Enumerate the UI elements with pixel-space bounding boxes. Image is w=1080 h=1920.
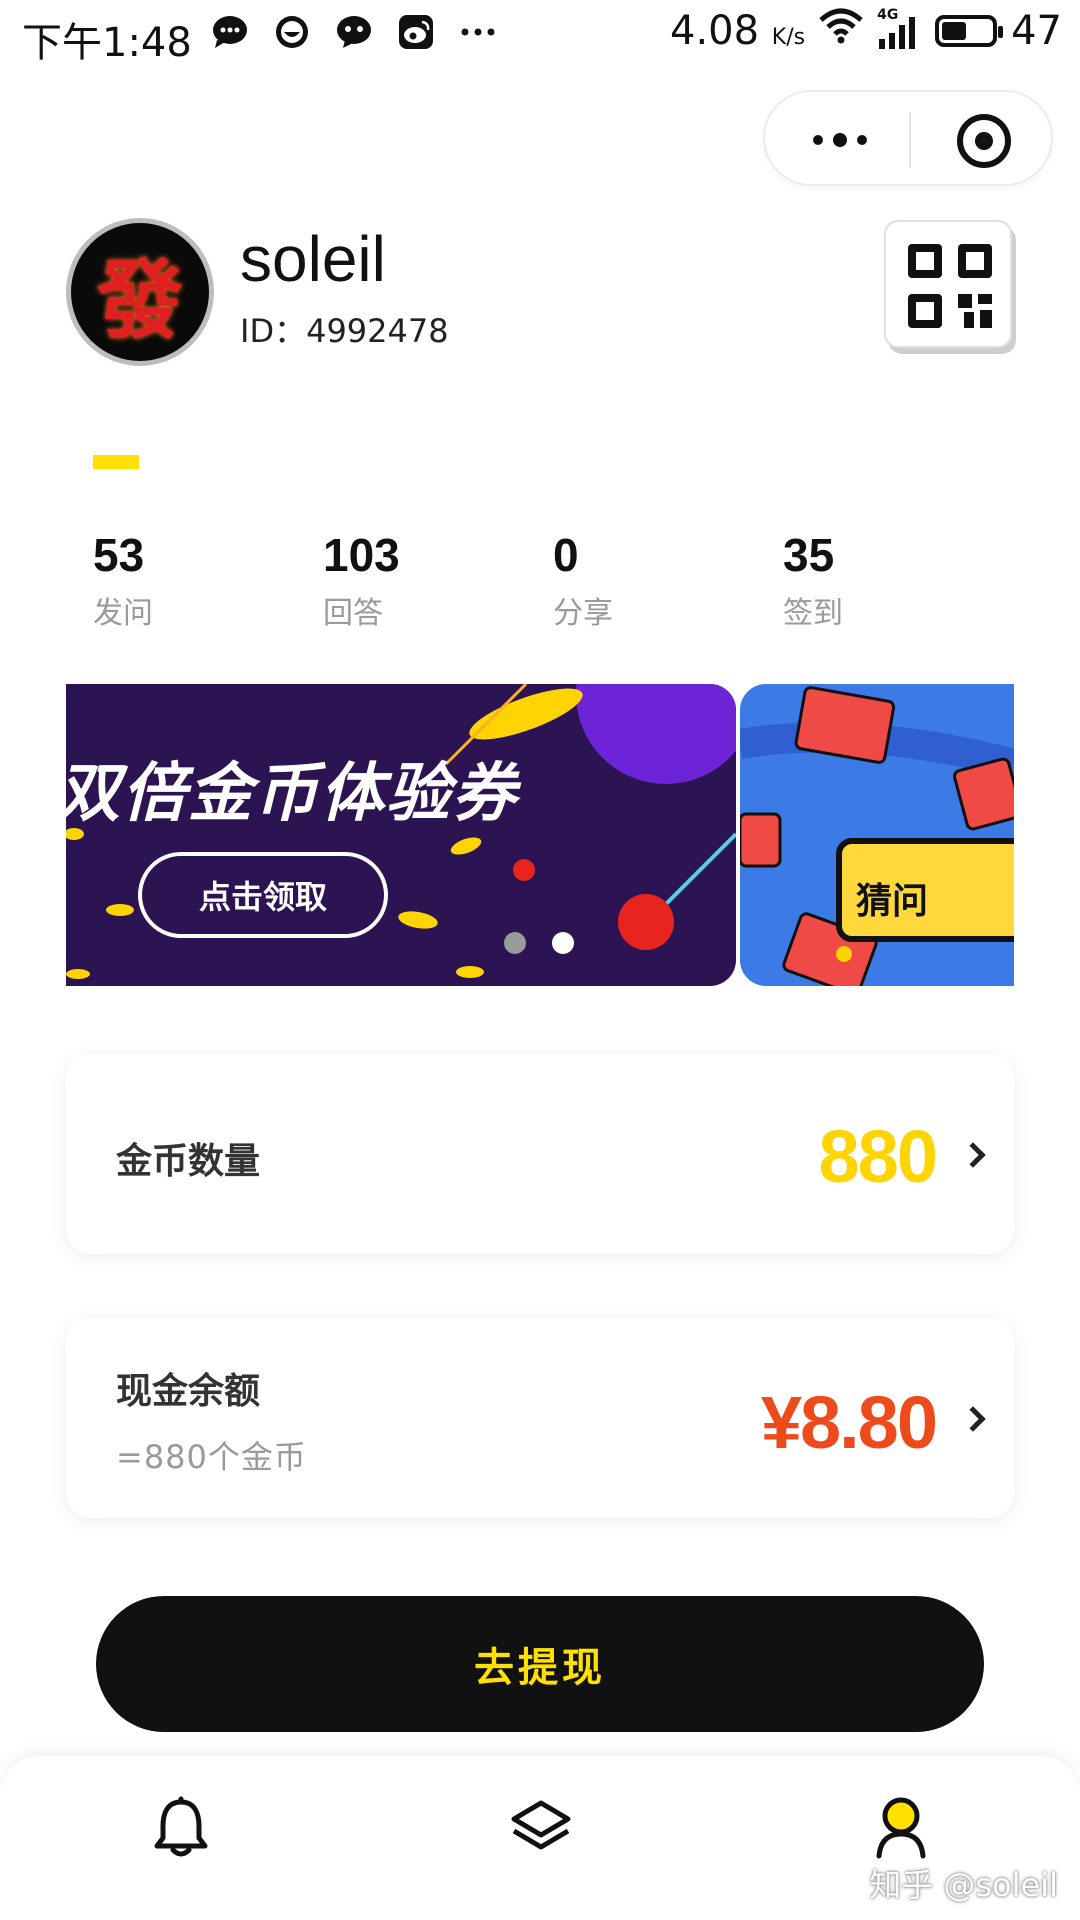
stat-label: 回答 — [323, 596, 383, 631]
status-bar: 下午1:48 4.08 K/s 4G 47 — [0, 0, 1080, 70]
qr-code-icon — [908, 244, 992, 328]
stat-label: 分享 — [553, 596, 613, 631]
tab-notifications[interactable] — [146, 1792, 216, 1862]
status-time: 下午1:48 — [22, 20, 192, 66]
stat-shares[interactable]: 0 分享 — [553, 528, 753, 632]
bottom-tab-bar: 知乎 @soleil — [0, 1756, 1080, 1920]
banner-slide-double-coins[interactable]: 双倍金币体验券 点击领取 — [66, 684, 736, 986]
user-id: ID：4992478 — [240, 312, 449, 350]
signal-icon: 4G — [877, 7, 921, 49]
stat-label: 发问 — [93, 596, 153, 631]
avatar-glyph: 發 — [97, 249, 183, 351]
withdraw-button[interactable]: 去提现 — [96, 1596, 984, 1732]
stat-value: 103 — [323, 529, 400, 581]
accent-bar — [93, 455, 139, 469]
watermark: 知乎 @soleil — [869, 1866, 1058, 1904]
stat-value: 0 — [553, 529, 579, 581]
target-circle-icon[interactable] — [957, 114, 1011, 168]
ellipsis-icon[interactable] — [805, 120, 875, 160]
cash-label: 现金余额 — [116, 1371, 261, 1412]
message-app-icon — [334, 12, 374, 52]
smile-app-icon — [272, 12, 312, 52]
chevron-right-icon — [960, 1406, 986, 1432]
banner-slide-next[interactable]: 猜问 — [740, 684, 1014, 986]
banner-title: 双倍金币体验券 — [66, 757, 518, 831]
notification-icons — [210, 12, 498, 52]
carousel-dot-active[interactable] — [552, 932, 574, 954]
battery-level: 47 — [1011, 8, 1062, 54]
cash-value: ¥8.80 — [760, 1381, 938, 1464]
tab-profile[interactable] — [866, 1792, 936, 1862]
network-speed: 4.08 K/s — [670, 8, 806, 54]
coins-card[interactable]: 金币数量 880 — [66, 1054, 1014, 1254]
chat-bubble-icon — [210, 12, 250, 52]
weibo-icon — [396, 12, 436, 52]
coins-label: 金币数量 — [116, 1141, 261, 1182]
cash-equivalent: =880个金币 — [116, 1438, 307, 1476]
profile-icon — [876, 1797, 926, 1859]
stat-questions[interactable]: 53 发问 — [93, 528, 293, 632]
next-label-box: 猜问 — [836, 838, 1014, 942]
claim-button[interactable]: 点击领取 — [138, 852, 388, 938]
chevron-right-icon — [960, 1142, 986, 1168]
stat-answers[interactable]: 103 回答 — [323, 528, 523, 632]
status-right: 4.08 K/s 4G 47 — [670, 7, 1062, 54]
avatar[interactable]: 發 — [66, 218, 214, 366]
banner-decoration — [66, 684, 736, 979]
more-notifications-icon — [458, 12, 498, 52]
cash-card[interactable]: 现金余额 =880个金币 ¥8.80 — [66, 1318, 1014, 1518]
mini-program-capsule — [763, 90, 1053, 186]
next-banner-label: 猜问 — [856, 881, 929, 922]
stat-value: 53 — [93, 529, 145, 581]
coins-value: 880 — [818, 1115, 938, 1198]
username: soleil — [240, 223, 386, 295]
stat-label: 签到 — [783, 596, 843, 631]
bell-icon — [154, 1796, 208, 1857]
capsule-divider — [909, 112, 911, 168]
layers-icon — [511, 1800, 571, 1850]
stat-value: 35 — [783, 529, 835, 581]
carousel-dot[interactable] — [504, 932, 526, 954]
stat-checkins[interactable]: 35 签到 — [783, 528, 983, 632]
wifi-icon — [819, 8, 863, 54]
qr-code-button[interactable] — [884, 220, 1012, 348]
tab-discover[interactable] — [506, 1792, 576, 1862]
battery-icon — [935, 15, 1004, 47]
